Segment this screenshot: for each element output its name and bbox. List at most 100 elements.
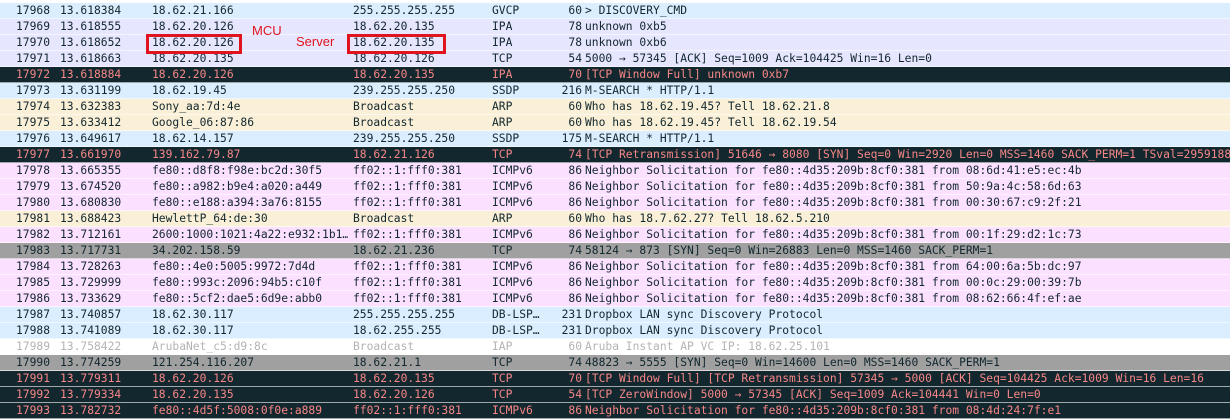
packet-time: 13.618663	[60, 52, 122, 65]
packet-row[interactable]: 17974 13.632383 Sony_aa:7d:4e Broadcast ARP 6…	[0, 99, 1230, 115]
packet-time: 13.674520	[60, 180, 122, 193]
packet-row[interactable]: 17977 13.661970 139.162.79.87 18.62.21.126 T…	[0, 147, 1230, 163]
packet-source: fe80::d8f8:f98e:bc2d:30f5	[152, 164, 323, 177]
packet-time: 13.688423	[60, 212, 122, 225]
packet-source: 18.62.21.166	[152, 4, 234, 17]
packet-number: 17971	[16, 52, 51, 65]
packet-destination: ff02::1:fff0:381	[353, 276, 462, 289]
packet-destination: ff02::1:fff0:381	[353, 164, 462, 177]
packet-protocol: DB-LSP…	[492, 324, 540, 337]
packet-protocol: TCP	[492, 388, 513, 401]
packet-row[interactable]: 17976 13.649617 18.62.14.157 239.255.255.25…	[0, 131, 1230, 147]
packet-info: Neighbor Solicitation for fe80::4d35:209…	[585, 180, 1082, 193]
packet-length: 74	[568, 244, 582, 257]
packet-protocol: ICMPv6	[492, 292, 533, 305]
packet-row[interactable]: 17973 13.631199 18.62.19.45 239.255.255.250…	[0, 83, 1230, 99]
packet-info: 58124 → 873 [SYN] Seq=0 Win=26883 Len=0 …	[585, 244, 994, 257]
packet-number: 17972	[16, 68, 51, 81]
packet-row[interactable]: 17992 13.779334 18.62.20.135 18.62.20.126 TC…	[0, 387, 1230, 403]
packet-number: 17988	[16, 324, 51, 337]
packet-number: 17984	[16, 260, 51, 273]
packet-protocol: ARP	[492, 212, 513, 225]
packet-length: 54	[568, 52, 582, 65]
packet-row[interactable]: 17981 13.688423 HewlettP_64:de:30 Broadcast…	[0, 211, 1230, 227]
packet-number: 17991	[16, 372, 51, 385]
packet-source: 18.62.20.126	[152, 372, 234, 385]
packet-row[interactable]: 17968 13.618384 18.62.21.166 255.255.255.25…	[0, 3, 1230, 19]
packet-time: 13.649617	[60, 132, 122, 145]
server-annotation-label: Server	[296, 34, 335, 49]
packet-source: fe80::e188:a394:3a76:8155	[152, 196, 323, 209]
packet-protocol: ICMPv6	[492, 228, 533, 241]
packet-destination: 18.62.20.135	[353, 20, 435, 33]
packet-info: Aruba Instant AP VC IP: 18.62.25.101	[585, 340, 830, 353]
packet-length: 70	[568, 68, 582, 81]
packet-row[interactable]: 17978 13.665355 fe80::d8f8:f98e:bc2d:30f5 f…	[0, 163, 1230, 179]
packet-source: HewlettP_64:de:30	[152, 212, 268, 225]
packet-list[interactable]: 17968 13.618384 18.62.21.166 255.255.255.25…	[0, 0, 1230, 420]
packet-protocol: ICMPv6	[492, 260, 533, 273]
packet-source: 18.62.14.157	[152, 132, 234, 145]
packet-number: 17985	[16, 276, 51, 289]
packet-source: fe80::4d5f:5008:0f0e:a889	[152, 404, 323, 417]
packet-row[interactable]: 17980 13.680830 fe80::e188:a394:3a76:8155 f…	[0, 195, 1230, 211]
packet-row[interactable]: 17983 13.717731 34.202.158.59 18.62.21.236 T…	[0, 243, 1230, 259]
packet-destination: 18.62.255.255	[353, 324, 442, 337]
packet-row[interactable]: 17969 13.618555 18.62.20.126 18.62.20.135 IP…	[0, 19, 1230, 35]
packet-row[interactable]: 17972 13.618884 18.62.20.126 18.62.20.135 IP…	[0, 67, 1230, 83]
packet-row[interactable]: 17990 13.774259 121.254.116.207 18.62.21.1 T…	[0, 355, 1230, 371]
packet-time: 13.665355	[60, 164, 122, 177]
packet-destination: 18.62.21.1	[353, 356, 422, 369]
packet-length: 74	[568, 148, 582, 161]
packet-info: [TCP Retransmission] 51646 → 8080 [SYN] …	[585, 148, 1230, 161]
packet-protocol: IPA	[492, 20, 513, 33]
packet-number: 17989	[16, 340, 51, 353]
packet-time: 13.618555	[60, 20, 122, 33]
packet-row[interactable]: 17986 13.733629 fe80::5cf2:dae5:6d9e:abb0 f…	[0, 291, 1230, 307]
packet-source: fe80::a982:b9e4:a020:a449	[152, 180, 323, 193]
packet-row[interactable]: 17982 13.712161 2600:1000:1021:4a22:e932:1…	[0, 227, 1230, 243]
packet-length: 74	[568, 356, 582, 369]
packet-length: 86	[568, 196, 582, 209]
packet-time: 13.712161	[60, 228, 122, 241]
packet-time: 13.779311	[60, 372, 122, 385]
packet-source: 34.202.158.59	[152, 244, 241, 257]
packet-info: [TCP ZeroWindow] 5000 → 57345 [ACK] Seq=…	[585, 388, 1041, 401]
packet-row[interactable]: 17979 13.674520 fe80::a982:b9e4:a020:a449 f…	[0, 179, 1230, 195]
packet-time: 13.717731	[60, 244, 122, 257]
packet-destination: ff02::1:fff0:381	[353, 292, 462, 305]
packet-length: 231	[561, 308, 582, 321]
packet-info: Neighbor Solicitation for fe80::4d35:209…	[585, 276, 1082, 289]
packet-length: 54	[568, 388, 582, 401]
packet-length: 60	[568, 100, 582, 113]
packet-length: 60	[568, 340, 582, 353]
packet-info: Neighbor Solicitation for fe80::4d35:209…	[585, 196, 1082, 209]
packet-row[interactable]: 17991 13.779311 18.62.20.126 18.62.20.135 TC…	[0, 371, 1230, 387]
packet-protocol: TCP	[492, 356, 513, 369]
packet-destination: Broadcast	[353, 340, 415, 353]
packet-row[interactable]: 17984 13.728263 fe80::4e0:5005:9972:7d4d ff…	[0, 259, 1230, 275]
packet-source: ArubaNet_c5:d9:8c	[152, 340, 268, 353]
packet-number: 17987	[16, 308, 51, 321]
packet-protocol: IAP	[492, 340, 513, 353]
packet-time: 13.758422	[60, 340, 122, 353]
packet-row[interactable]: 17988 13.741089 18.62.30.117 18.62.255.255 D…	[0, 323, 1230, 339]
packet-row[interactable]: 17987 13.740857 18.62.30.117 255.255.255.25…	[0, 307, 1230, 323]
packet-number: 17974	[16, 100, 51, 113]
packet-length: 60	[568, 212, 582, 225]
packet-time: 13.741089	[60, 324, 122, 337]
packet-row[interactable]: 17993 13.782732 fe80::4d5f:5008:0f0e:a889 f…	[0, 403, 1230, 419]
packet-length: 86	[568, 164, 582, 177]
packet-time: 13.618384	[60, 4, 122, 17]
packet-row[interactable]: 17989 13.758422 ArubaNet_c5:d9:8c Broadcast…	[0, 339, 1230, 355]
packet-protocol: ICMPv6	[492, 180, 533, 193]
packet-number: 17993	[16, 404, 51, 417]
packet-time: 13.740857	[60, 308, 122, 321]
packet-source: Google_06:87:86	[152, 116, 255, 129]
packet-info: Who has 18.7.62.27? Tell 18.62.5.210	[585, 212, 830, 225]
packet-row[interactable]: 17975 13.633412 Google_06:87:86 Broadcast AR…	[0, 115, 1230, 131]
packet-protocol: ARP	[492, 100, 513, 113]
packet-length: 78	[568, 36, 582, 49]
packet-row[interactable]: 17985 13.729999 fe80::993c:2096:94b5:c10f f…	[0, 275, 1230, 291]
packet-source: fe80::5cf2:dae5:6d9e:abb0	[152, 292, 323, 305]
